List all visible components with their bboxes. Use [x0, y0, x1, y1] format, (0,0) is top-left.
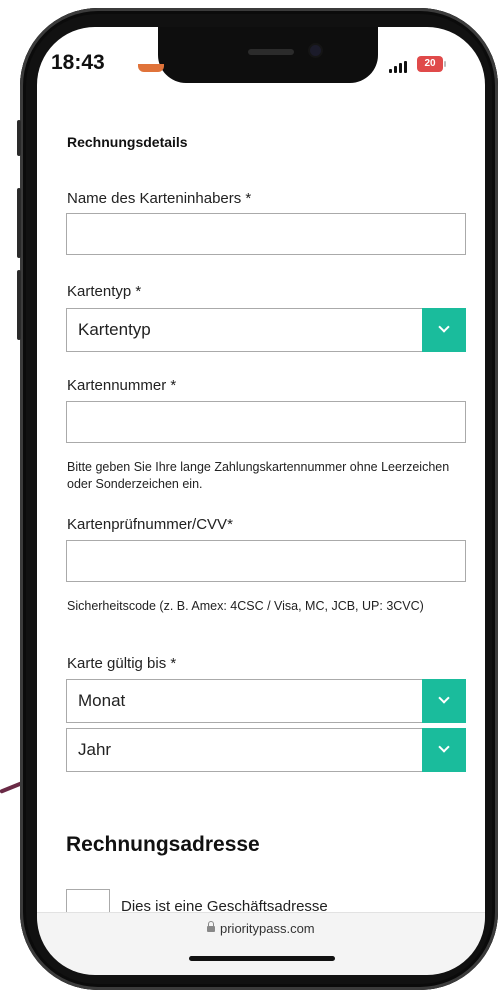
- status-time: 18:43: [51, 51, 105, 74]
- expiry-label: Karte gültig bis *: [67, 655, 177, 672]
- cvv-input[interactable]: [66, 540, 466, 582]
- expiry-month-select[interactable]: Monat: [66, 679, 466, 723]
- signal-icon: [389, 61, 411, 73]
- screen: [37, 27, 485, 973]
- billing-address-title: Rechnungsadresse: [66, 833, 260, 856]
- expiry-month-value: Monat: [78, 691, 126, 710]
- card-number-label: Kartennummer *: [67, 377, 177, 394]
- mute-switch: [17, 120, 21, 156]
- battery-icon: 20: [417, 56, 443, 72]
- card-number-hint: Bitte geben Sie Ihre lange Zahlungskarte…: [67, 460, 450, 491]
- cvv-hint: Sicherheitscode (z. B. Amex: 4CSC / Visa…: [67, 599, 424, 613]
- card-number-input[interactable]: [66, 401, 466, 443]
- card-type-value: Kartentyp: [78, 320, 151, 339]
- expiry-month-dropdown-button[interactable]: [422, 679, 466, 723]
- chevron-down-icon: [438, 741, 450, 753]
- expiry-year-dropdown-button[interactable]: [422, 728, 466, 772]
- speaker-grille: [248, 49, 294, 55]
- cardholder-name-label: Name des Karteninhabers *: [67, 190, 252, 207]
- section-title-billing-details: Rechnungsdetails: [67, 134, 188, 150]
- expiry-year-select[interactable]: Jahr: [66, 728, 466, 772]
- card-type-select[interactable]: Kartentyp: [66, 308, 466, 352]
- notch: [158, 27, 378, 83]
- lock-icon: [207, 921, 215, 932]
- battery-tip: [444, 61, 446, 67]
- expiry-year-value: Jahr: [78, 740, 112, 759]
- card-type-dropdown-button[interactable]: [422, 308, 466, 352]
- volume-down-button: [17, 270, 21, 340]
- card-type-label: Kartentyp *: [67, 283, 142, 300]
- chevron-down-icon: [438, 321, 450, 333]
- home-indicator: [189, 956, 335, 961]
- cvv-label: Kartenprüfnummer/CVV*: [67, 516, 233, 533]
- volume-up-button: [17, 188, 21, 258]
- chevron-down-icon: [438, 692, 450, 704]
- url-text: prioritypass.com: [220, 921, 315, 936]
- orange-indicator: [138, 64, 164, 72]
- front-camera: [310, 45, 321, 56]
- cardholder-name-input[interactable]: [66, 213, 466, 255]
